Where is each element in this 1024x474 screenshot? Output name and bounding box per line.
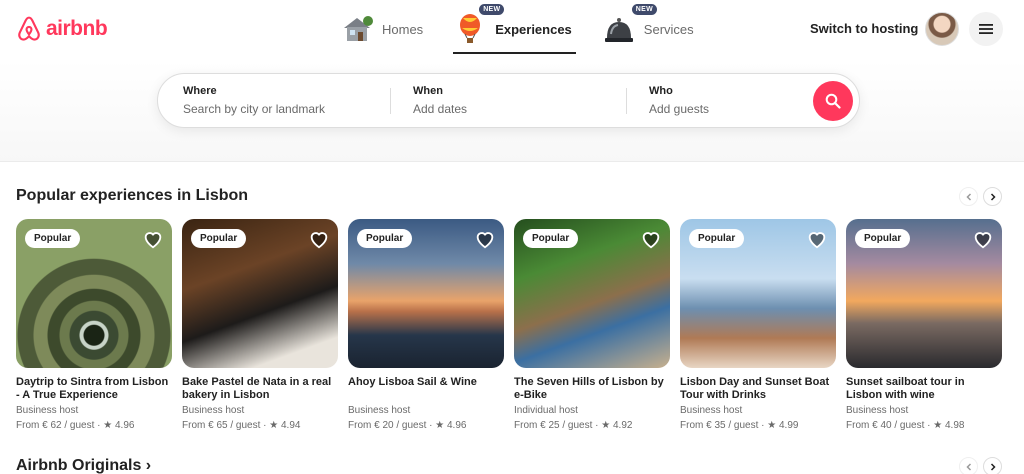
- experience-card[interactable]: Popular Sunset sailboat tour in Lisbon w…: [846, 219, 1002, 431]
- service-bell-icon: [604, 18, 633, 42]
- tab-homes[interactable]: Homes: [340, 8, 423, 50]
- airbnb-logo[interactable]: airbnb: [16, 15, 108, 43]
- experience-card[interactable]: Popular Ahoy Lisboa Sail & Wine Business…: [348, 219, 504, 431]
- header: airbnb Homes NEW Experiences NEW Service…: [0, 0, 1024, 162]
- experience-title[interactable]: Lisbon Day and Sunset Boat Tour with Dri…: [680, 376, 836, 402]
- price-rating: From € 35 / guest · ★ 4.99: [680, 420, 799, 431]
- tab-experiences-label: Experiences: [495, 21, 572, 37]
- where-label: Where: [183, 85, 217, 97]
- menu-button[interactable]: [969, 12, 1003, 46]
- price-rating: From € 65 / guest · ★ 4.94: [182, 420, 301, 431]
- house-icon: [344, 16, 373, 41]
- next-button[interactable]: [983, 187, 1002, 206]
- popular-badge: Popular: [523, 229, 579, 248]
- experience-card[interactable]: Popular Bake Pastel de Nata in a real ba…: [182, 219, 338, 431]
- where-input[interactable]: Search by city or landmark: [183, 102, 325, 116]
- when-label: When: [413, 85, 443, 97]
- experience-photo[interactable]: Popular: [348, 219, 504, 368]
- host-type: Business host: [348, 405, 411, 416]
- who-input[interactable]: Add guests: [649, 102, 709, 116]
- heart-icon[interactable]: [142, 228, 164, 250]
- who-field[interactable]: Who Add guests: [649, 85, 709, 116]
- experience-title[interactable]: Ahoy Lisboa Sail & Wine: [348, 376, 504, 402]
- chevron-left-icon: [965, 192, 971, 201]
- new-badge: NEW: [479, 4, 505, 15]
- experience-card[interactable]: Popular The Seven Hills of Lisbon by e-B…: [514, 219, 670, 431]
- price-rating: From € 20 / guest · ★ 4.96: [348, 420, 467, 431]
- chevron-right-icon: [990, 192, 996, 201]
- section-title-originals[interactable]: Airbnb Originals ›: [16, 457, 151, 474]
- section-title: Popular experiences in Lisbon: [16, 187, 249, 204]
- experience-card[interactable]: Popular Daytrip to Sintra from Lisbon - …: [16, 219, 172, 431]
- host-type: Business host: [846, 405, 909, 416]
- experience-photo[interactable]: Popular: [846, 219, 1002, 368]
- switch-to-hosting-link[interactable]: Switch to hosting: [810, 21, 918, 36]
- experience-photo[interactable]: Popular: [514, 219, 670, 368]
- heart-icon[interactable]: [806, 228, 828, 250]
- experience-title[interactable]: Sunset sailboat tour in Lisbon with wine: [846, 376, 1002, 402]
- price-rating: From € 40 / guest · ★ 4.98: [846, 420, 965, 431]
- brand-name: airbnb: [46, 17, 108, 40]
- hamburger-menu-icon: [979, 24, 993, 34]
- airbnb-logo-icon: [18, 16, 40, 41]
- heart-icon[interactable]: [308, 228, 330, 250]
- experience-list: Popular Daytrip to Sintra from Lisbon - …: [16, 219, 1002, 431]
- tab-services[interactable]: NEW Services: [602, 4, 694, 50]
- popular-badge: Popular: [357, 229, 413, 248]
- avatar[interactable]: [925, 12, 959, 46]
- tab-services-label: Services: [643, 21, 694, 37]
- popular-badge: Popular: [191, 229, 247, 248]
- hot-air-balloon-icon: [460, 14, 481, 43]
- heart-icon[interactable]: [640, 228, 662, 250]
- tab-experiences[interactable]: NEW Experiences: [453, 4, 576, 54]
- heart-icon[interactable]: [474, 228, 496, 250]
- host-type: Business host: [16, 405, 79, 416]
- popular-badge: Popular: [689, 229, 745, 248]
- search-button[interactable]: [813, 81, 853, 121]
- experience-title[interactable]: Daytrip to Sintra from Lisbon - A True E…: [16, 376, 172, 402]
- chevron-left-icon: [965, 462, 971, 471]
- when-input[interactable]: Add dates: [413, 102, 467, 116]
- search-bar: Where Search by city or landmark When Ad…: [157, 73, 860, 128]
- search-icon: [825, 93, 841, 109]
- experience-title[interactable]: The Seven Hills of Lisbon by e-Bike: [514, 376, 670, 402]
- divider: [390, 88, 391, 114]
- prev-button[interactable]: [959, 187, 978, 206]
- host-type: Business host: [182, 405, 245, 416]
- popular-badge: Popular: [25, 229, 81, 248]
- heart-icon[interactable]: [972, 228, 994, 250]
- experience-photo[interactable]: Popular: [16, 219, 172, 368]
- host-type: Business host: [680, 405, 743, 416]
- popular-badge: Popular: [855, 229, 911, 248]
- main-nav: Homes NEW Experiences NEW Services: [340, 4, 694, 54]
- where-field[interactable]: Where Search by city or landmark: [183, 85, 325, 116]
- who-label: Who: [649, 85, 673, 97]
- experience-card[interactable]: Popular Lisbon Day and Sunset Boat Tour …: [680, 219, 836, 431]
- host-type: Individual host: [514, 405, 578, 416]
- prev-button[interactable]: [959, 457, 978, 474]
- when-field[interactable]: When Add dates: [413, 85, 467, 116]
- experience-photo[interactable]: Popular: [182, 219, 338, 368]
- new-badge: NEW: [631, 4, 658, 15]
- experience-photo[interactable]: Popular: [680, 219, 836, 368]
- price-rating: From € 25 / guest · ★ 4.92: [514, 420, 633, 431]
- next-button[interactable]: [983, 457, 1002, 474]
- chevron-right-icon: [990, 462, 996, 471]
- experience-title[interactable]: Bake Pastel de Nata in a real bakery in …: [182, 376, 338, 402]
- divider: [626, 88, 627, 114]
- tab-homes-label: Homes: [382, 21, 424, 37]
- price-rating: From € 62 / guest · ★ 4.96: [16, 420, 135, 431]
